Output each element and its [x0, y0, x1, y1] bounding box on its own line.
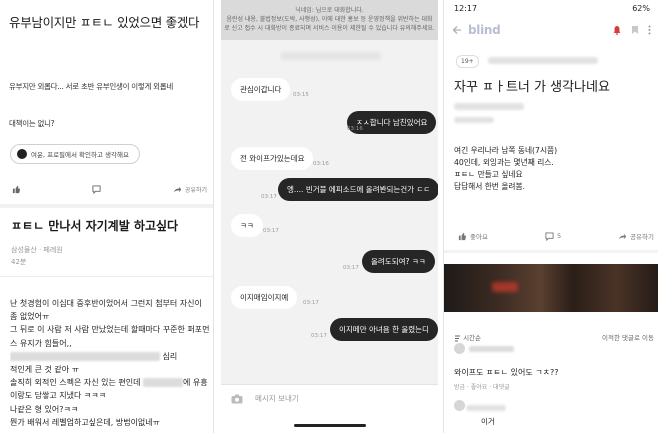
sort-icon	[455, 335, 460, 341]
section-divider	[0, 204, 213, 208]
message-time: 03:17	[343, 265, 359, 271]
app-bar-actions	[612, 25, 651, 35]
second-post-content: 난 첫경험이 이십대 중후반이었어서 그런지 첨부터 자신이 좀 없었어ㅠ 그 …	[10, 297, 210, 429]
redacted-header	[281, 52, 381, 60]
chat-screenshot-panel: 닉네임: 님으로 대화합니다. 음란성 내용, 불법정보(도박, 사행성), 이…	[221, 0, 438, 433]
redacted-text	[10, 351, 160, 361]
content-line-blurred: 솔직히 외적인 스펙은 자신 있는 편인데 에 유흥	[10, 378, 208, 388]
content-line: ㅍㅌㄴ 만들고 싶네요	[454, 170, 523, 179]
post-content: 여긴 우리나라 남쪽 동네(7시쯤) 40인데, 외잉과는 몇년째 리스. ㅍㅌ…	[454, 145, 557, 193]
content-line-blurred: 심리	[10, 350, 210, 363]
like-button[interactable]: 좋아요	[458, 231, 488, 241]
content-line: 여긴 우리나라 남쪽 동네(7시쯤)	[454, 146, 558, 155]
comment-header	[454, 343, 654, 354]
message-time: 03:17	[303, 300, 319, 306]
bookmark-icon[interactable]	[631, 25, 639, 35]
chat-message-received: 이지매임이지예	[231, 286, 298, 309]
comment-meta: 방금 · 좋아요 · 대댓글	[454, 384, 510, 391]
divider	[0, 276, 213, 277]
message-time: 03:16	[313, 161, 329, 167]
content-line: 적인게 큰 것 같아 ㅠ	[10, 365, 80, 375]
comment-button[interactable]	[92, 185, 104, 194]
post-body-line-1: 유부지만 외롭다... 서로 초반 유부인생이 이렇게 외롭네	[9, 82, 173, 91]
message-time: 03:15	[293, 92, 309, 98]
message-time: 03:17	[261, 194, 277, 200]
status-bar: 12:17 62%	[454, 4, 650, 13]
profile-avatar-icon	[17, 149, 27, 159]
more-vertical-icon[interactable]	[648, 25, 651, 35]
redacted-time	[454, 117, 494, 123]
message-time: 03:16	[347, 126, 363, 132]
left-screenshot-panel: 유부남이지만 ㅍㅌㄴ 있었으면 좋겠다 유부지만 외롭다... 서로 초반 유부…	[0, 0, 214, 433]
comment-text: 이거	[481, 417, 495, 426]
chip-label: 여윤, 프로필에서 확인하고 생각해요	[31, 151, 129, 159]
ad-banner[interactable]	[444, 264, 658, 312]
message-time: 03:17	[263, 228, 279, 234]
chat-message-sent: 올려도되여? ㅋㅋ	[362, 250, 435, 273]
chat-message-received: ㅋㅋ	[231, 214, 263, 237]
post-body-line-2: 대책이는 없니?	[9, 119, 55, 128]
banner-graphic	[492, 282, 518, 292]
app-bar: blind	[444, 18, 658, 42]
back-arrow-icon[interactable]	[452, 25, 462, 35]
content-line: 스 유지가 힘들어,,	[10, 338, 72, 348]
comment-item: 와이프도 ㅍㅌㄴ 있어도 ㄱㅊ?? 방금 · 좋아요 · 대댓글	[454, 343, 654, 391]
content-line: 40인데, 외잉과는 몇년째 리스.	[454, 158, 554, 167]
chat-message-sent: 엥.... 빈거블 에피소드에 올려봔되는건가 ㄷㄷ	[278, 178, 438, 201]
post-action-bar: 좋아요 5 공유하기	[458, 231, 654, 241]
share-arrow-icon	[618, 233, 627, 239]
clock: 12:17	[454, 4, 478, 13]
content-line: 좀 없었어ㅠ	[10, 312, 50, 322]
redacted-author	[466, 405, 506, 411]
content-line: 뭔가 배워서 레벨업하고싶은데, 방법이없네ㅠ	[10, 417, 161, 427]
message-input[interactable]: 메시지 보내기	[255, 393, 299, 404]
share-arrow-icon	[173, 186, 182, 193]
redacted-channel	[488, 57, 598, 64]
content-line: 답답해서 한번 올려봄.	[454, 182, 525, 191]
sort-option[interactable]: 시간순	[454, 332, 481, 342]
home-indicator[interactable]	[294, 424, 366, 427]
redacted-author	[454, 103, 524, 110]
battery-level: 62%	[632, 4, 650, 13]
comment-icon	[545, 231, 554, 241]
comment-button[interactable]: 5	[545, 231, 561, 241]
post-action-bar: 공유하기	[12, 185, 207, 194]
avatar	[454, 343, 465, 354]
jump-to-comment[interactable]: 이적한 댓글로 이동	[602, 332, 654, 342]
post-title: 자꾸 ㅍㅏ트너 가 생각나네요	[454, 80, 610, 95]
chat-message-sent: 이지메만 아녀욤 한 울렸는디	[330, 318, 438, 341]
share-button[interactable]: 공유하기	[618, 231, 654, 241]
like-button[interactable]	[12, 185, 24, 194]
content-line: 나같은 형 있어?ㅋㅋ	[10, 404, 79, 414]
bell-icon[interactable]	[612, 25, 622, 35]
avatar	[454, 400, 465, 411]
share-button[interactable]: 공유하기	[173, 185, 207, 194]
comment-sort-bar: 시간순 이적한 댓글로 이동	[454, 332, 654, 342]
app-logo: blind	[468, 23, 501, 37]
second-post-title: ㅍㅌㄴ 만나서 자기계발 하고싶다	[11, 219, 179, 233]
right-screenshot-panel: 12:17 62% blind 19+ 자꾸 ㅍㅏ트너 가 생각나네요 여긴 우…	[443, 0, 658, 433]
bottom-safe-area	[221, 412, 438, 433]
redacted-author	[469, 345, 514, 352]
message-input-bar: 메시지 보내기	[221, 384, 438, 412]
content-line: 이랑도 담쌓고 지냈다 ㅋㅋㅋ	[10, 391, 106, 401]
thumbs-up-icon	[12, 185, 21, 194]
post-title-handwritten: 유부남이지만 ㅍㅌㄴ 있었으면 좋겠다	[9, 15, 200, 30]
message-time: 03:17	[311, 333, 327, 339]
chat-message-received: 전 와이프가있는데요	[231, 147, 314, 170]
post-time: 42분	[11, 258, 27, 266]
age-badge: 19+	[456, 55, 479, 68]
comment-icon	[92, 185, 102, 194]
content-line: 그 뒤로 이 사람 저 사람 만났었는데 할때마다 꾸준한 퍼포먼	[10, 325, 210, 335]
profile-check-chip[interactable]: 여윤, 프로필에서 확인하고 생각해요	[10, 144, 140, 164]
redacted-text	[143, 378, 184, 388]
thumbs-up-icon	[458, 232, 467, 240]
chat-message-received: 관심이갑니다	[231, 78, 291, 101]
chat-policy-notice: 닉네임: 님으로 대화합니다. 음란성 내용, 불법정보(도박, 사행성), 이…	[221, 0, 438, 40]
camera-icon[interactable]	[231, 394, 243, 404]
content-line: 난 첫경험이 이십대 중후반이었어서 그런지 첨부터 자신이	[10, 299, 202, 308]
section-divider	[444, 250, 658, 253]
post-company: 삼성물산 · 페레원	[11, 246, 63, 254]
comment-text: 와이프도 ㅍㅌㄴ 있어도 ㄱㅊ??	[454, 368, 559, 377]
